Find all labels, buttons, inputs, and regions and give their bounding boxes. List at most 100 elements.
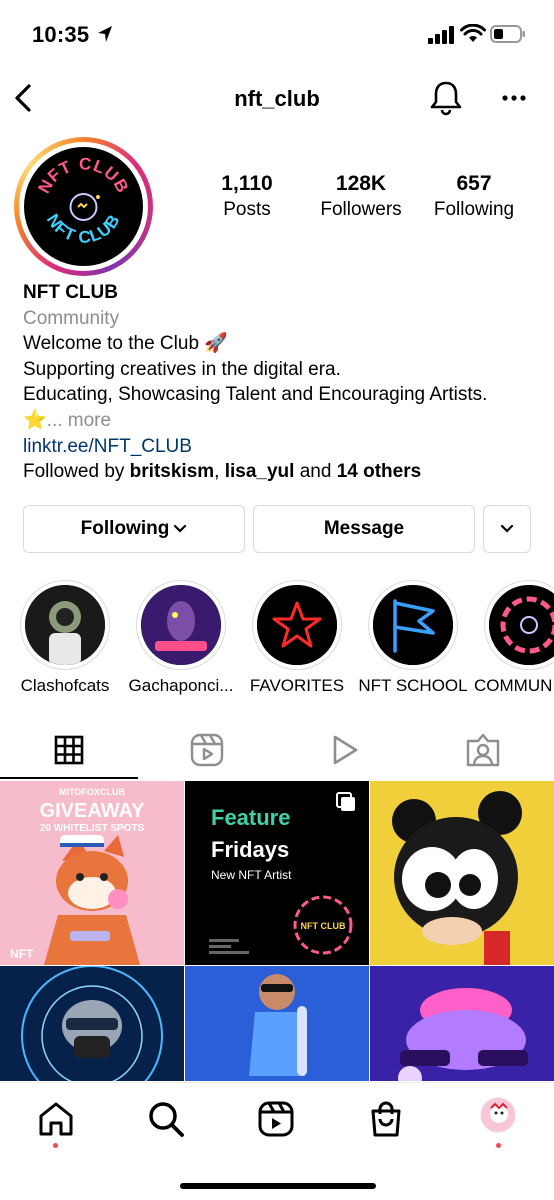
bio-link[interactable]: linktr.ee/NFT_CLUB bbox=[23, 434, 543, 460]
post1-title: GIVEAWAY bbox=[40, 800, 146, 822]
tab-tagged[interactable] bbox=[414, 722, 552, 778]
stat-posts-value: 1,110 bbox=[221, 172, 273, 195]
followed-by-user-1: britskism bbox=[129, 461, 215, 483]
chevron-down-icon bbox=[500, 524, 514, 533]
star-emoji: ⭐️ bbox=[23, 409, 47, 431]
post2-badge: NFT CLUB bbox=[301, 921, 346, 931]
stat-posts-label: Posts bbox=[223, 199, 271, 220]
status-time: 10:35 bbox=[32, 22, 90, 47]
home-notification-dot bbox=[53, 1143, 58, 1148]
followed-by-separator: , bbox=[214, 461, 225, 483]
following-button-label: Following bbox=[80, 518, 170, 539]
play-icon bbox=[333, 735, 358, 765]
highlight-nft-club-image bbox=[489, 585, 554, 665]
bio-line-2: Supporting creatives in the digital era. bbox=[23, 358, 341, 380]
post2-subtitle: New NFT Artist bbox=[211, 868, 292, 882]
highlight-astronaut-image bbox=[25, 585, 105, 665]
active-tab-indicator bbox=[0, 777, 138, 779]
nft-club-logo: NFT CLUB NFT CLUB bbox=[24, 147, 143, 266]
stat-following[interactable]: 657 Following bbox=[419, 172, 529, 221]
svg-text:NFT CLUB: NFT CLUB bbox=[43, 211, 124, 247]
tagged-person-icon bbox=[466, 733, 500, 767]
tab-videos[interactable] bbox=[276, 722, 414, 778]
post2-title-1: Feature bbox=[211, 805, 290, 830]
highlight-label: FAVORITES bbox=[249, 676, 345, 695]
grid-icon bbox=[54, 735, 84, 765]
reels-icon[interactable] bbox=[256, 1099, 296, 1139]
tab-posts-grid[interactable] bbox=[0, 722, 138, 778]
bio-more-link[interactable]: ... more bbox=[47, 410, 111, 431]
stat-following-label: Following bbox=[433, 199, 515, 220]
stat-following-value: 657 bbox=[456, 172, 492, 195]
followed-by-prefix: Followed by bbox=[23, 461, 130, 483]
profile-header: nft_club bbox=[0, 72, 554, 128]
post-skate-kid[interactable] bbox=[185, 966, 369, 1081]
profile-avatar-tab[interactable] bbox=[480, 1097, 516, 1133]
home-icon[interactable] bbox=[36, 1099, 76, 1139]
bio-line-1: Welcome to the Club 🚀 bbox=[23, 333, 228, 355]
posts-grid: MITOFOXCLUB GIVEAWAY 20 WHITELIST SPOTS … bbox=[0, 781, 554, 1081]
highlight-gachaponci[interactable]: Gachaponci... bbox=[126, 580, 236, 696]
battery-icon bbox=[490, 25, 525, 43]
location-arrow-icon bbox=[98, 26, 112, 42]
stat-posts[interactable]: 1,110 Posts bbox=[192, 172, 302, 221]
home-indicator bbox=[180, 1183, 376, 1189]
bio-line-4: ⭐️... more bbox=[23, 408, 543, 434]
profile-bio: NFT CLUB Community Welcome to the Club 🚀… bbox=[23, 280, 543, 485]
post-mouse-character[interactable] bbox=[370, 781, 554, 965]
followed-by-user-2: lisa_yul bbox=[224, 461, 295, 483]
header-username: nft_club bbox=[234, 86, 320, 111]
profile-notification-dot bbox=[496, 1143, 501, 1148]
post-neon-figure[interactable] bbox=[0, 966, 184, 1081]
tab-reels[interactable] bbox=[138, 722, 276, 778]
post-sunglasses-object[interactable] bbox=[370, 966, 554, 1081]
search-icon[interactable] bbox=[146, 1099, 186, 1139]
post1-header: MITOFOXCLUB bbox=[59, 787, 125, 797]
profile-avatar[interactable]: NFT CLUB NFT CLUB bbox=[14, 137, 153, 276]
shop-bag-icon[interactable] bbox=[366, 1099, 406, 1139]
followed-by-others: 14 others bbox=[336, 461, 422, 483]
stat-followers-label: Followers bbox=[320, 199, 402, 220]
svg-text:NFT CLUB: NFT CLUB bbox=[34, 154, 132, 196]
profile-content-tabs bbox=[0, 722, 554, 780]
followed-by-and: and bbox=[294, 461, 337, 483]
stat-followers[interactable]: 128K Followers bbox=[306, 172, 416, 221]
highlight-clashofcats[interactable]: Clashofcats bbox=[10, 580, 120, 696]
highlight-label: COMMUNI bbox=[474, 676, 554, 695]
avatar-ring-text-bottom: NFT CLUB bbox=[43, 211, 123, 247]
story-highlights: Clashofcats Gachaponci... FAVORITES NFT … bbox=[0, 580, 554, 700]
reels-icon bbox=[190, 733, 224, 767]
suggested-users-button[interactable] bbox=[483, 505, 531, 553]
star-icon bbox=[257, 585, 337, 665]
post-feature-fridays[interactable]: Feature Fridays New NFT Artist NFT CLUB bbox=[185, 781, 369, 965]
highlight-label: Gachaponci... bbox=[128, 676, 234, 695]
wifi-icon bbox=[460, 24, 486, 42]
highlight-label: Clashofcats bbox=[20, 676, 110, 695]
avatar-ring-text-top: NFT CLUB bbox=[34, 154, 131, 196]
bio-line-3: Educating, Showcasing Talent and Encoura… bbox=[23, 384, 488, 406]
message-button[interactable]: Message bbox=[253, 505, 475, 553]
profile-name: NFT CLUB bbox=[23, 282, 118, 303]
notification-bell-icon[interactable] bbox=[428, 78, 464, 118]
post-giveaway[interactable]: MITOFOXCLUB GIVEAWAY 20 WHITELIST SPOTS … bbox=[0, 781, 184, 965]
bottom-navigation bbox=[0, 1082, 554, 1200]
post2-title-2: Fridays bbox=[211, 837, 289, 862]
cellular-signal-icon bbox=[428, 26, 454, 44]
profile-category: Community bbox=[23, 307, 120, 329]
highlight-gacha-image bbox=[141, 585, 221, 665]
highlight-nft-school[interactable]: NFT SCHOOL bbox=[358, 580, 468, 696]
status-bar: 10:35 bbox=[0, 0, 554, 70]
following-button[interactable]: Following bbox=[23, 505, 245, 553]
message-button-label: Message bbox=[323, 518, 405, 539]
profile-stats: 1,110 Posts 128K Followers 657 Following bbox=[180, 172, 554, 232]
highlight-favorites[interactable]: FAVORITES bbox=[242, 580, 352, 696]
highlight-label: NFT SCHOOL bbox=[358, 676, 468, 695]
post1-tag: NFT bbox=[10, 947, 34, 961]
post1-subtitle: 20 WHITELIST SPOTS bbox=[40, 823, 145, 834]
flag-icon bbox=[373, 585, 453, 665]
followed-by[interactable]: Followed by britskism, lisa_yul and 14 o… bbox=[23, 459, 543, 485]
highlight-community[interactable]: COMMUNI bbox=[474, 580, 554, 696]
chevron-down-icon bbox=[174, 524, 187, 533]
more-options-icon[interactable] bbox=[496, 88, 532, 108]
stat-followers-value: 128K bbox=[335, 172, 387, 195]
